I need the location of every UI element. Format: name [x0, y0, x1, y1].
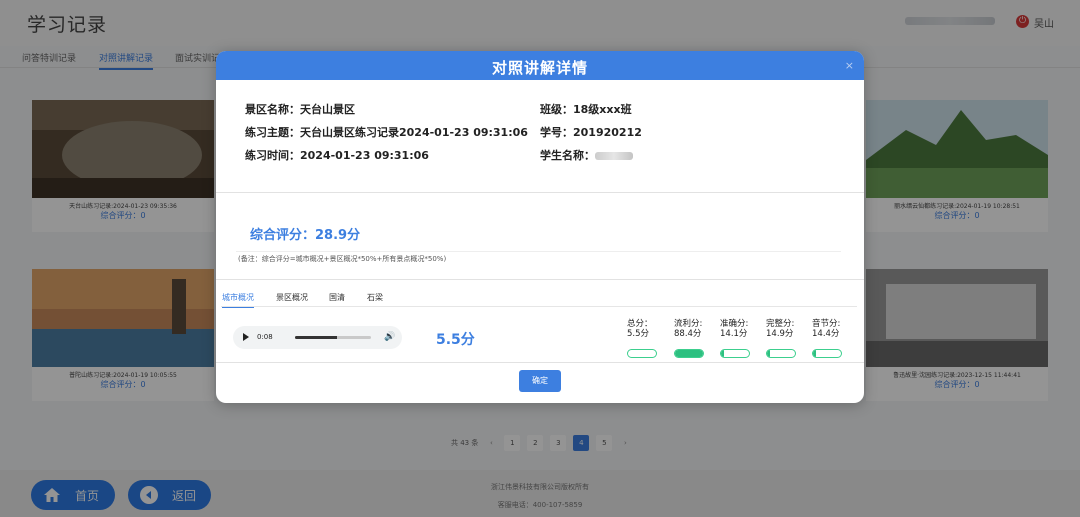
divider [216, 192, 864, 193]
metric-total: 总分：5.5分 [627, 319, 659, 358]
score-note: (备注：综合评分=城市概况+景区概况*50%+所有景点概况*50%) [238, 255, 447, 263]
metric-bar-fill [813, 350, 817, 357]
metric-label: 总分：5.5分 [627, 319, 653, 339]
tab-scenic-overview[interactable]: 景区概况 [276, 292, 308, 303]
confirm-button[interactable]: 确定 [519, 370, 561, 392]
comparison-detail-modal: 对照讲解详情 × 景区名称：天台山景区 练习主题：天台山景区练习记录2024-0… [216, 51, 864, 403]
close-icon[interactable]: × [845, 59, 854, 72]
metric-bar [812, 349, 842, 358]
tab-underline [221, 306, 857, 307]
modal-title: 对照讲解详情 [491, 59, 588, 77]
tab-guoqing[interactable]: 国清 [329, 292, 345, 303]
audio-progress-bar[interactable] [295, 336, 371, 339]
metric-bar [674, 349, 704, 358]
metric-bar [627, 349, 657, 358]
audio-player[interactable]: 0:08 🔊 [233, 326, 402, 349]
student-name-label: 学生名称： [540, 149, 595, 162]
total-score: 综合评分：28.9分 [250, 228, 361, 243]
metric-bar [720, 349, 750, 358]
metric-label: 流利分:88.4分 [674, 319, 703, 339]
practice-topic: 练习主题：天台山景区练习记录2024-01-23 09:31:06 [245, 126, 528, 139]
divider [216, 362, 864, 363]
modal-header: 对照讲解详情 × [216, 51, 864, 80]
metric-bar-fill [721, 350, 725, 357]
segment-score: 5.5分 [436, 332, 475, 348]
audio-time: 0:08 [257, 333, 273, 341]
metric-bar-fill [767, 350, 771, 357]
metric-label: 准确分:14.1分 [720, 319, 749, 339]
class-name: 班级：18级xxx班 [540, 103, 632, 116]
tab-shiliang[interactable]: 石梁 [367, 292, 383, 303]
metric-label: 音节分:14.4分 [812, 319, 841, 339]
divider [236, 251, 841, 252]
metric-accuracy: 准确分:14.1分 [720, 319, 752, 358]
tab-city-overview[interactable]: 城市概况 [222, 292, 254, 308]
student-number: 学号：201920212 [540, 126, 642, 139]
metric-label: 完整分:14.9分 [766, 319, 795, 339]
metric-bar [766, 349, 796, 358]
scenic-area-name: 景区名称：天台山景区 [245, 103, 355, 116]
metric-syllable: 音节分:14.4分 [812, 319, 844, 358]
audio-progress-fill [295, 336, 337, 339]
metric-bar-fill [675, 350, 703, 357]
student-name: 学生名称： [540, 147, 633, 163]
student-name-blurred [595, 152, 633, 160]
play-icon[interactable] [243, 333, 249, 341]
metric-completeness: 完整分:14.9分 [766, 319, 798, 358]
divider [216, 279, 864, 280]
volume-icon[interactable]: 🔊 [384, 332, 395, 342]
metric-fluency: 流利分:88.4分 [674, 319, 706, 358]
practice-time: 练习时间：2024-01-23 09:31:06 [245, 149, 429, 162]
